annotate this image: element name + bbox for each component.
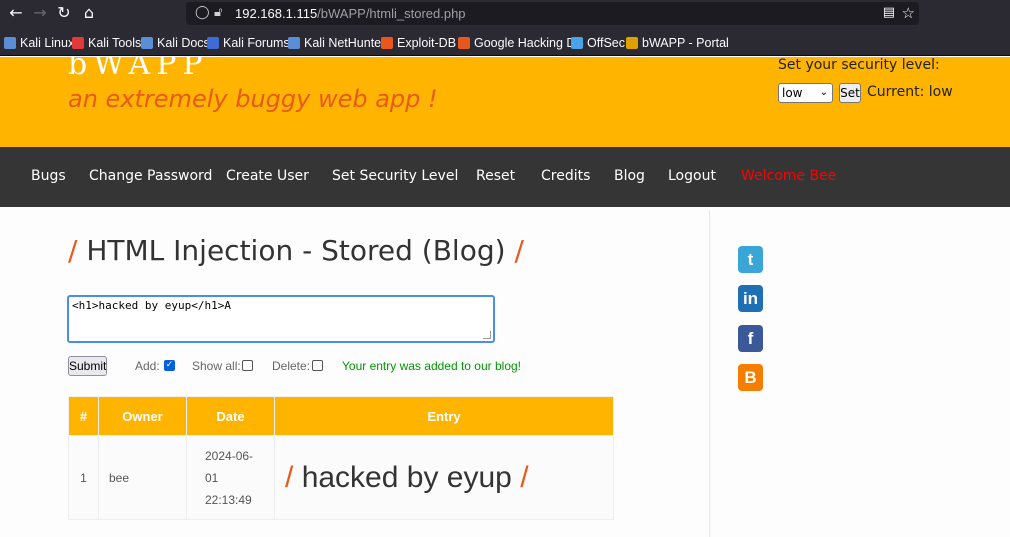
facebook-icon[interactable]: f — [738, 325, 763, 352]
row-num: 1 — [68, 435, 99, 520]
bookmark-kali-tools[interactable]: Kali Tools — [72, 36, 141, 50]
resize-handle-icon[interactable] — [483, 331, 491, 339]
bookmark-label: OffSec — [587, 36, 625, 50]
chevron-down-icon: ⌄ — [819, 87, 828, 98]
submit-button[interactable]: Submit — [68, 356, 107, 376]
menu-item-blog[interactable]: Blog — [614, 168, 645, 184]
tracking-shield-icon[interactable]: ◯ — [195, 5, 210, 20]
menu-item-reset[interactable]: Reset — [476, 168, 515, 184]
menu-item-credits[interactable]: Credits — [541, 168, 590, 184]
menu-item-change-password[interactable]: Change Password — [89, 168, 212, 184]
bookmark-bwapp-portal[interactable]: bWAPP - Portal — [626, 36, 729, 50]
bookmark-favicon-icon — [288, 37, 300, 49]
bookmark-label: Kali Docs — [157, 36, 210, 50]
forward-arrow-icon[interactable]: → — [30, 3, 50, 23]
insecure-lock-icon[interactable]: 🔓︎ — [214, 5, 222, 20]
twitter-icon[interactable]: t — [738, 246, 763, 273]
bookmark-kali-forums[interactable]: Kali Forums — [207, 36, 290, 50]
url-host: 192.168.1.115 — [235, 6, 318, 21]
bookmark-offsec[interactable]: OffSec — [571, 36, 625, 50]
bookmark-label: Kali NetHunter — [304, 36, 386, 50]
show-all-label: Show all: — [192, 359, 241, 373]
bookmark-google-hacking-db[interactable]: Google Hacking DB — [458, 36, 584, 50]
entry-text: hacked by eyup — [301, 460, 512, 494]
header-owner: Owner — [98, 396, 187, 436]
url-bar[interactable]: ◯ 🔓︎ 192.168.1.115/bWAPP/htmli_stored.ph… — [186, 2, 919, 25]
row-date-day: 2024-06-01 — [205, 448, 254, 485]
bookmark-exploit-db[interactable]: Exploit-DB — [381, 36, 456, 50]
add-label: Add: — [135, 359, 160, 373]
header-num: # — [68, 396, 99, 436]
bookmark-kali-nethunter[interactable]: Kali NetHunter — [288, 36, 385, 50]
url-path: /bWAPP/htmli_stored.php — [317, 6, 466, 21]
add-checkbox[interactable]: ✓ — [164, 360, 175, 371]
bookmark-kali-linux[interactable]: Kali Linux — [4, 36, 74, 50]
bookmark-label: Google Hacking DB — [474, 36, 584, 50]
reader-view-icon[interactable]: ▤ — [883, 5, 895, 20]
bookmark-favicon-icon — [458, 37, 470, 49]
menu-item-logout[interactable]: Logout — [668, 168, 716, 184]
back-arrow-icon[interactable]: ← — [6, 3, 26, 23]
current-security-level: Current: low — [867, 84, 953, 100]
welcome-user: Welcome Bee — [741, 168, 837, 184]
main-menu: Bugs Change Password Create User Set Sec… — [0, 147, 1010, 207]
bookmark-label: Exploit-DB — [397, 36, 457, 50]
page-title-text: HTML Injection - Stored (Blog) — [86, 234, 506, 267]
table-row: 1 bee 2024-06-01 22:13:49 / hacked by ey… — [68, 435, 614, 520]
blogger-icon[interactable]: B — [738, 364, 763, 391]
browser-toolbar: ← → ↻ ⌂ ◯ 🔓︎ 192.168.1.115/bWAPP/htmli_s… — [0, 0, 1010, 32]
bookmark-favicon-icon — [4, 37, 16, 49]
injected-heading: / hacked by eyup / — [285, 461, 603, 495]
row-owner: bee — [98, 435, 187, 520]
title-slash-right: / — [514, 234, 524, 267]
bookmark-kali-docs[interactable]: Kali Docs — [141, 36, 210, 50]
entry-slash-right: / — [520, 460, 529, 494]
bookmark-label: Kali Linux — [20, 36, 75, 50]
textarea-value: <h1>hacked by eyup</h1>A — [72, 299, 231, 312]
bookmark-label: Kali Forums — [223, 36, 290, 50]
status-message: Your entry was added to our blog! — [342, 359, 522, 373]
bookmark-label: bWAPP - Portal — [642, 36, 729, 50]
row-date-time: 22:13:49 — [205, 492, 252, 507]
bookmark-favicon-icon — [381, 37, 393, 49]
bookmarks-bar: Kali Linux Kali Tools Kali Docs Kali Forums… — [0, 32, 1010, 56]
bookmark-star-icon[interactable]: ☆ — [902, 4, 915, 22]
tagline: an extremely buggy web app ! — [68, 85, 438, 113]
bookmark-favicon-icon — [626, 37, 638, 49]
page-title: / HTML Injection - Stored (Blog) / — [68, 234, 524, 267]
header-date: Date — [186, 396, 275, 436]
header-entry: Entry — [274, 396, 614, 436]
set-button[interactable]: Set — [839, 83, 861, 103]
entry-slash-left: / — [285, 460, 294, 494]
menu-item-create-user[interactable]: Create User — [226, 168, 309, 184]
bookmark-favicon-icon — [571, 37, 583, 49]
bookmark-favicon-icon — [207, 37, 219, 49]
reload-icon[interactable]: ↻ — [54, 3, 74, 23]
table-header-row: # Owner Date Entry — [68, 396, 614, 436]
security-level-label: Set your security level: — [778, 57, 940, 73]
site-header: bWAPP an extremely buggy web app ! Set y… — [0, 57, 1010, 147]
row-entry: / hacked by eyup / — [274, 435, 614, 520]
linkedin-icon[interactable]: in — [738, 285, 763, 312]
delete-label: Delete: — [272, 359, 311, 373]
security-level-select[interactable]: low ⌄ — [778, 83, 833, 103]
blog-entry-textarea[interactable]: <h1>hacked by eyup</h1>A — [67, 295, 495, 343]
sidebar-divider — [709, 210, 710, 537]
bookmark-favicon-icon — [141, 37, 153, 49]
menu-item-set-security-level[interactable]: Set Security Level — [332, 168, 458, 184]
title-slash-left: / — [68, 234, 78, 267]
security-level-value: low — [782, 86, 803, 100]
url-text[interactable]: 192.168.1.115/bWAPP/htmli_stored.php — [235, 6, 466, 21]
row-date: 2024-06-01 22:13:49 — [186, 435, 275, 520]
menu-item-bugs[interactable]: Bugs — [31, 168, 66, 184]
bookmark-label: Kali Tools — [88, 36, 142, 50]
show-all-checkbox[interactable] — [242, 360, 253, 371]
bookmark-favicon-icon — [72, 37, 84, 49]
home-icon[interactable]: ⌂ — [79, 3, 99, 23]
blog-table: # Owner Date Entry 1 bee 2024-06-01 22:1… — [68, 396, 614, 520]
delete-checkbox[interactable] — [312, 360, 323, 371]
